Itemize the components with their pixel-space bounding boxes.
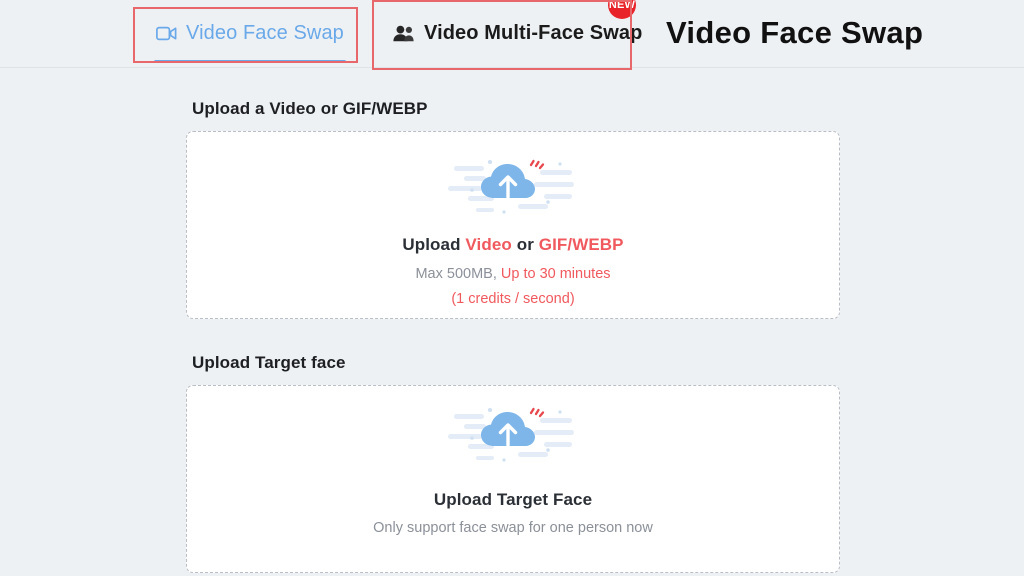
active-tab-underline [154, 60, 346, 63]
tab-label: Video Face Swap [186, 21, 344, 44]
dropzone-text-gifwebp: GIF/WEBP [538, 235, 624, 254]
page-title: Video Face Swap [666, 15, 924, 50]
section-heading-upload-target: Upload Target face [192, 353, 346, 372]
cloud-upload-icon [448, 400, 578, 466]
cloud-upload-icon [448, 152, 578, 218]
section-heading-upload-video: Upload a Video or GIF/WEBP [192, 99, 428, 118]
dropzone-max-size: Max 500MB, [415, 266, 501, 282]
dropzone-upload-target-face[interactable]: Upload Target Face Only support face swa… [186, 385, 840, 573]
dropzone-limits-text: Max 500MB, Up to 30 minutes [187, 266, 839, 282]
users-icon [392, 25, 415, 42]
tab-label: Video Multi-Face Swap [424, 21, 643, 44]
main-content: Upload a Video or GIF/WEBP Upload Video … [0, 68, 1024, 576]
dropzone-text-middle: or [511, 235, 539, 254]
dropzone-max-duration: Up to 30 minutes [500, 266, 611, 282]
dropzone-primary-text: Upload Video or GIF/WEBP [187, 235, 839, 255]
dropzone-text-prefix: Upload [402, 235, 466, 254]
dropzone-target-subtext: Only support face swap for one person no… [373, 520, 653, 536]
video-camera-icon [156, 26, 177, 41]
dropzone-credits-text: (1 credits / second) [451, 291, 575, 307]
tab-bar: Video Face Swap Video Multi-Face Swap NE… [0, 0, 1024, 70]
tab-video-face-swap[interactable]: Video Face Swap [142, 10, 358, 63]
dropzone-text-video: Video [465, 235, 512, 254]
dropzone-target-primary-text: Upload Target Face [433, 490, 593, 509]
dropzone-upload-video[interactable]: Upload Video or GIF/WEBP Max 500MB, Up t… [186, 131, 840, 319]
